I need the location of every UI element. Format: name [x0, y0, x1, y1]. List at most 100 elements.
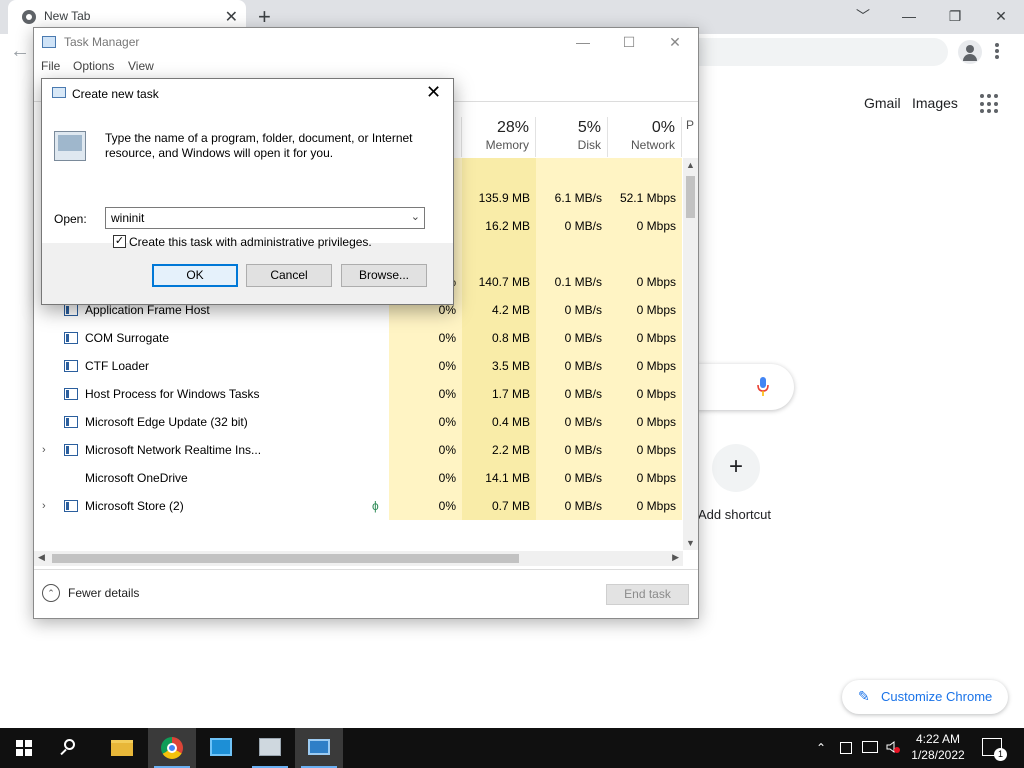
table-row[interactable]: › Microsoft Store (2) ϕ 0% 0.7 MB 0 MB/s 0 Mbp… — [34, 492, 683, 520]
memory-cell: 3.5 MB — [462, 352, 536, 380]
memory-cell: 135.9 MB — [462, 184, 536, 212]
table-row[interactable]: Microsoft OneDrive 0% 14.1 MB 0 MB/s 0 Mbps — [34, 464, 683, 492]
open-combobox[interactable]: wininit ⌄ — [105, 207, 425, 229]
run-icon — [308, 739, 330, 755]
vertical-scrollbar[interactable]: ▲ ▼ — [683, 158, 698, 550]
table-row[interactable]: CTF Loader 0% 3.5 MB 0 MB/s 0 Mbps — [34, 352, 683, 380]
network-adapter-icon[interactable] — [840, 742, 852, 754]
column-header-network[interactable]: 0% Network — [608, 117, 682, 157]
tm-minimize-button[interactable]: — — [560, 30, 606, 54]
cpu-cell: 0% — [389, 324, 462, 352]
add-shortcut-button[interactable]: + — [712, 444, 760, 492]
process-name: Microsoft Network Realtime Ins... — [85, 443, 262, 457]
fewer-details-link[interactable]: Fewer details — [68, 586, 139, 600]
dropdown-arrow-icon[interactable]: ⌄ — [411, 210, 420, 223]
disk-cell: 0.1 MB/s — [536, 268, 608, 296]
file-explorer-button[interactable] — [98, 728, 146, 768]
system-clock[interactable]: 4:22 AM 1/28/2022 — [910, 731, 966, 763]
menu-file[interactable]: File — [41, 59, 60, 73]
table-row[interactable]: › Microsoft Network Realtime Ins... 0% 2.2 … — [34, 436, 683, 464]
control-panel-taskbar-button[interactable] — [197, 728, 245, 768]
column-header-power[interactable]: P — [682, 117, 698, 157]
task-manager-icon — [259, 738, 281, 756]
network-status-icon[interactable] — [862, 741, 878, 753]
tab-title: New Tab — [44, 9, 91, 23]
scroll-up-icon[interactable]: ▲ — [686, 160, 695, 170]
open-input-value[interactable]: wininit — [111, 211, 144, 225]
search-icon — [64, 739, 75, 750]
cpu-cell: 0% — [389, 492, 462, 520]
customize-chrome-button[interactable]: ✎ Customize Chrome — [842, 680, 1008, 714]
google-apps-icon[interactable] — [980, 94, 1000, 114]
dialog-title: Create new task — [72, 87, 159, 101]
memory-cell: 16.2 MB — [462, 212, 536, 240]
expand-chevron-icon[interactable]: › — [42, 436, 46, 464]
ok-button[interactable]: OK — [152, 264, 238, 287]
tab-close-icon[interactable]: ✕ — [225, 7, 238, 27]
scroll-thumb-horizontal[interactable] — [52, 554, 519, 563]
tab-search-icon[interactable]: ﹀ — [840, 4, 886, 28]
profile-avatar-icon[interactable] — [958, 40, 982, 64]
cpu-cell: 0% — [389, 436, 462, 464]
process-window-icon — [64, 304, 78, 316]
admin-privileges-label[interactable]: Create this task with administrative pri… — [129, 235, 372, 249]
volume-muted-icon[interactable] — [886, 740, 900, 754]
scroll-thumb[interactable] — [686, 176, 695, 218]
tm-maximize-button[interactable]: ☐ — [606, 30, 652, 54]
memory-cell: 2.2 MB — [462, 436, 536, 464]
images-link[interactable]: Images — [912, 95, 958, 111]
minimize-button[interactable]: — — [886, 4, 932, 28]
network-cell: 0 Mbps — [608, 436, 682, 464]
memory-cell — [462, 240, 536, 268]
dialog-body: Type the name of a program, folder, docu… — [42, 109, 453, 249]
search-button[interactable] — [48, 728, 96, 768]
gmail-link[interactable]: Gmail — [864, 95, 901, 111]
show-hidden-icons-icon[interactable]: ⌃ — [816, 728, 826, 768]
run-dialog-taskbar-button[interactable] — [295, 728, 343, 768]
disk-cell — [536, 240, 608, 268]
task-manager-app-icon — [42, 36, 56, 48]
memory-cell: 0.7 MB — [462, 492, 536, 520]
process-window-icon — [64, 444, 78, 456]
memory-cell: 0.4 MB — [462, 408, 536, 436]
address-bar[interactable] — [690, 38, 948, 66]
chrome-menu-icon[interactable] — [994, 42, 1000, 62]
restore-button[interactable]: ❐ — [932, 4, 978, 28]
table-row[interactable]: COM Surrogate 0% 0.8 MB 0 MB/s 0 Mbps — [34, 324, 683, 352]
scroll-right-icon[interactable]: ▶ — [672, 552, 679, 563]
menu-options[interactable]: Options — [73, 59, 114, 73]
table-row[interactable]: Microsoft Edge Update (32 bit) 0% 0.4 MB 0 … — [34, 408, 683, 436]
task-manager-taskbar-button[interactable] — [246, 728, 294, 768]
action-center-icon[interactable]: 1 — [982, 738, 1007, 761]
process-window-icon — [64, 500, 78, 512]
chrome-taskbar-button[interactable] — [148, 728, 196, 768]
expand-chevron-icon[interactable]: › — [42, 492, 46, 520]
close-window-button[interactable]: ✕ — [978, 4, 1024, 28]
back-button[interactable]: ← — [10, 40, 30, 63]
process-name: Microsoft Store (2) — [85, 499, 184, 513]
chrome-favicon-icon — [22, 10, 36, 24]
dialog-titlebar: Create new task ✕ — [42, 79, 453, 109]
browse-button[interactable]: Browse... — [341, 264, 427, 287]
column-header-disk[interactable]: 5% Disk — [536, 117, 608, 157]
end-task-button[interactable]: End task — [606, 584, 689, 605]
voice-search-icon[interactable] — [757, 377, 769, 397]
add-shortcut-label[interactable]: Add shortcut — [698, 507, 771, 522]
disk-cell: 0 MB/s — [536, 492, 608, 520]
table-row[interactable]: Host Process for Windows Tasks 0% 1.7 MB 0 … — [34, 380, 683, 408]
menu-view[interactable]: View — [128, 59, 154, 73]
task-manager-title: Task Manager — [64, 35, 140, 49]
column-header-memory[interactable]: 28% Memory — [462, 117, 536, 157]
scroll-left-icon[interactable]: ◀ — [38, 552, 45, 563]
dialog-close-icon[interactable]: ✕ — [426, 82, 441, 103]
collapse-chevron-icon[interactable]: ⌃ — [42, 584, 60, 602]
windows-logo-icon — [16, 740, 32, 756]
cancel-button[interactable]: Cancel — [246, 264, 332, 287]
admin-privileges-checkbox[interactable]: ✓ — [113, 235, 126, 248]
start-button[interactable] — [0, 728, 48, 768]
memory-cell: 14.1 MB — [462, 464, 536, 492]
scroll-down-icon[interactable]: ▼ — [686, 538, 695, 548]
open-label: Open: — [54, 212, 87, 226]
tm-close-button[interactable]: ✕ — [652, 30, 698, 54]
horizontal-scrollbar[interactable]: ◀ ▶ — [34, 551, 683, 566]
